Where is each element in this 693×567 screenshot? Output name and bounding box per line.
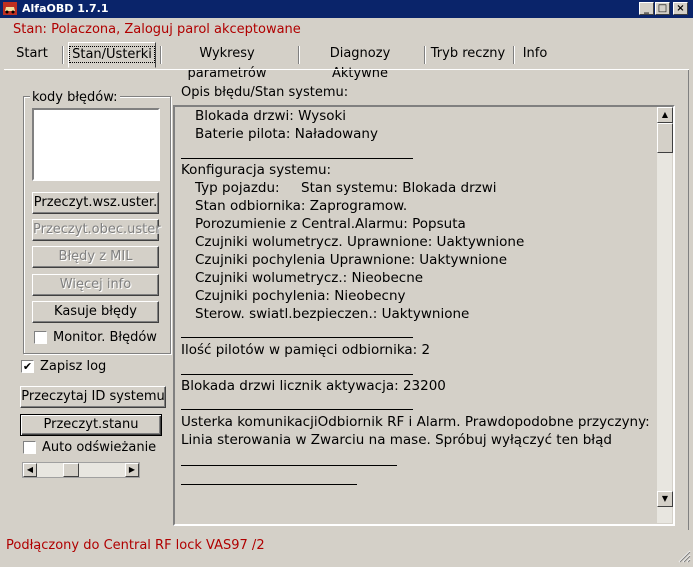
app-car-icon [3,2,17,15]
scroll-right-arrow-icon[interactable]: ▶ [125,463,139,477]
monitor-errors-label: Monitor. Błędów [53,330,157,345]
panel-edge [688,70,689,530]
scroll-thumb[interactable] [63,463,79,477]
close-button[interactable]: × [673,2,688,15]
clear-errors-button[interactable]: Kasuje błędy [32,301,159,323]
tab-info[interactable]: Info [518,44,552,66]
tab-tryb-reczny[interactable]: Tryb reczny [430,44,506,66]
memo-line: Stan odbiornika: Zaprogramow. [195,198,408,214]
memo-line: Linia sterowania w Zwarciu na mase. Spró… [181,432,612,448]
tab-separator [160,46,162,64]
tab-separator [62,46,64,64]
monitor-errors-checkbox[interactable] [34,331,47,344]
memo-vertical-scrollbar[interactable]: ▲ ▼ [656,107,673,523]
separator-line [181,409,413,410]
scroll-down-arrow-icon[interactable]: ▼ [657,491,673,507]
memo-line: Czujniki wolumetrycz. Uprawnione: Uaktyw… [195,234,525,250]
tab-divider [4,69,689,70]
memo-line: Usterka komunikacjiOdbiornik RF i Alarm.… [181,414,650,430]
memo-line: Baterie pilota: Naładowany [195,126,378,142]
tab-label: Stan/Usterki [69,46,155,63]
separator-line [181,337,413,338]
memo-line: Czujniki pochylenia: Nieobecny [195,288,406,304]
memo-line: Czujniki pochylenia Uprawnione: Uaktywni… [195,252,508,268]
save-log-checkbox[interactable]: ✔ [21,360,34,373]
separator-line [181,484,357,485]
tab-separator [298,46,300,64]
memo-line: Blokada drzwi: Wysoki [195,108,347,124]
minimize-button[interactable]: _ [639,2,654,15]
separator-line [181,374,413,375]
memo-line: Sterow. swiatl.bezpieczen.: Uaktywnione [195,306,470,322]
save-log-label: Zapisz log [40,359,107,374]
tab-wykresy-parametrow[interactable]: Wykresy parametrów [164,44,290,81]
footer-connection-status: Podłączony do Central RF lock VAS97 /2 [6,538,265,553]
auto-refresh-label: Auto odświeżanie [42,440,157,455]
read-all-errors-button[interactable]: Przeczyt.wsz.uster. [32,192,159,214]
read-system-id-button[interactable]: Przeczytaj ID systemu [20,386,166,408]
title-bar: AlfaOBD 1.7.1 _ □ × [0,0,693,18]
window-title: AlfaOBD 1.7.1 [22,2,109,15]
memo-line: Blokada drzwi licznik aktywacja: 23200 [181,378,446,394]
auto-refresh-checkbox[interactable] [23,441,36,454]
resize-grip-icon[interactable] [675,547,691,563]
tab-start[interactable]: Start [10,44,54,66]
connection-status-text: Stan: Polaczona, Zaloguj parol akceptowa… [13,22,301,37]
read-current-errors-button[interactable]: Przeczyt.obec.uster [32,219,161,241]
description-heading: Opis błędu/Stan systemu: [181,85,349,100]
read-state-button[interactable]: Przeczyt.stanu [20,414,162,436]
scroll-thumb[interactable] [657,123,673,153]
scroll-left-arrow-icon[interactable]: ◀ [23,463,37,477]
memo-line: Konfiguracja systemu: [181,162,332,178]
more-info-button[interactable]: Więcej info [32,274,159,296]
memo-line: Ilość pilotów w pamięci odbiornika: 2 [181,342,431,358]
memo-line: Typ pojazdu: Stan systemu: Blokada drzwi [195,180,497,196]
separator-line [181,465,397,466]
tab-separator [424,46,426,64]
tab-diagnozy-aktywne[interactable]: Diagnozy Aktywne [304,44,416,81]
error-codes-label: kody błędów: [30,90,120,105]
error-codes-list[interactable] [32,108,160,181]
maximize-button[interactable]: □ [655,2,670,15]
tab-bar: Start Stan/Usterki Wykresy parametrów Di… [4,40,689,81]
refresh-interval-scrollbar[interactable]: ◀ ▶ [22,462,140,478]
memo-line: Czujniki wolumetrycz.: Nieobecne [195,270,424,286]
separator-line [181,158,413,159]
tab-stan-usterki[interactable]: Stan/Usterki [68,42,156,68]
memo-line: Porozumienie z Central.Alarmu: Popsuta [195,216,466,232]
scroll-up-arrow-icon[interactable]: ▲ [657,107,673,123]
mil-errors-button[interactable]: Błędy z MIL [32,246,159,268]
tab-separator [513,46,515,64]
